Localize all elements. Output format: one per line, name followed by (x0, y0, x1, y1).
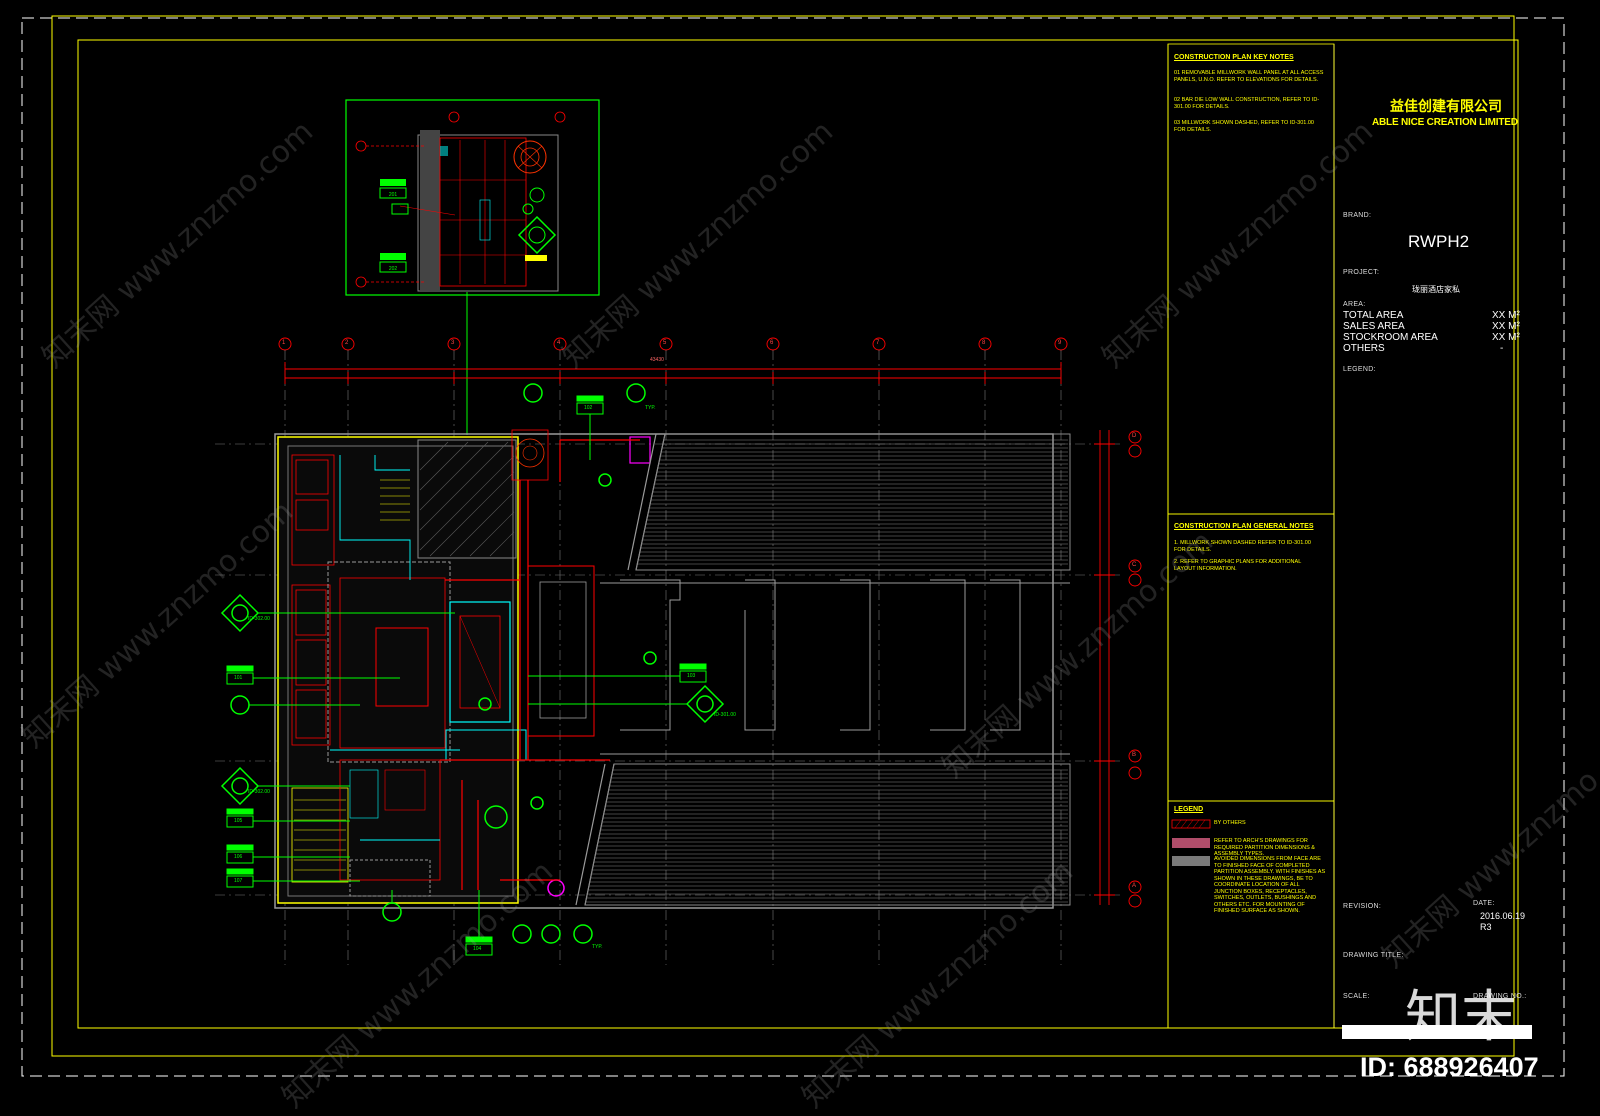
area-row-others-name: OTHERS (1343, 343, 1385, 354)
room-tag-104: 104 (473, 946, 482, 952)
general-note-2: 2. REFER TO GRAPHIC PLANS FOR ADDITIONAL… (1174, 559, 1324, 572)
general-notes-heading: CONSTRUCTION PLAN GENERAL NOTES (1174, 523, 1314, 530)
elev-tag-3: ID-301.00 (714, 712, 736, 718)
grid-col-3: 3 (451, 340, 455, 346)
project-value: 珑丽酒店家私 (1412, 285, 1460, 294)
date-value: 2016.06.19 (1480, 911, 1526, 921)
grid-col-8: 8 (982, 340, 986, 346)
revision-value: R3 (1480, 922, 1492, 932)
svg-text:201: 201 (389, 192, 398, 198)
area-row-total-value: XX M² (1492, 310, 1520, 321)
watermark-brand: 知末 (1405, 985, 1517, 1050)
room-tag-102: 102 (584, 405, 593, 411)
facade-hatch-top (635, 433, 1071, 571)
building-shell (274, 433, 1054, 909)
key-plan-detail (399, 130, 559, 292)
watermark-id: ID: 688926407 (1360, 1052, 1539, 1082)
notes-key-box (1167, 43, 1335, 515)
dimension-string-right (1094, 430, 1115, 905)
brand-value: RWPH2 (1408, 232, 1470, 251)
grid-col-7: 7 (876, 340, 880, 346)
legend-item-3: AVOIDED DIMENSIONS FROM FACE ARE TO FINI… (1214, 856, 1326, 914)
grid-row-a: A (1132, 883, 1137, 889)
room-tag-105: 105 (234, 818, 243, 824)
room-tag-107: 107 (234, 878, 243, 884)
angled-facade-walls (575, 433, 666, 906)
room-tag-103: 103 (687, 673, 696, 679)
key-note-3-num: 03 (1174, 120, 1181, 126)
outer-dashed-border (21, 17, 1565, 1077)
general-note-2-text: REFER TO GRAPHIC PLANS FOR ADDITIONAL LA… (1174, 559, 1302, 572)
area-row-stock-name: STOCKROOM AREA (1343, 332, 1438, 343)
general-note-1-num: 1. (1174, 540, 1179, 546)
room-tag-101: 101 (234, 675, 243, 681)
grid-column-bubbles (278, 337, 1068, 351)
area-row-others-value: - (1500, 343, 1504, 354)
cad-drawing-sheet: 201 202 (21, 15, 1565, 1077)
grid-row-c: C (1132, 562, 1137, 568)
key-note-2-num: 02 (1174, 97, 1181, 103)
key-note-2: 02 BAR DIE LOW WALL CONSTRUCTION, REFER … (1174, 97, 1324, 110)
legend-label: LEGEND: (1343, 366, 1376, 373)
elev-tag-1: ID-302.00 (248, 616, 270, 622)
key-note-1-text: REMOVABLE MILLWORK WALL PANEL AT ALL ACC… (1174, 70, 1324, 83)
revision-label: REVISION: (1343, 903, 1382, 910)
legend-heading: LEGEND (1174, 806, 1204, 813)
project-label: PROJECT: (1343, 269, 1380, 276)
grid-col-6: 6 (770, 340, 774, 346)
grid-row-bubbles (1128, 430, 1142, 908)
svg-text:202: 202 (389, 266, 398, 272)
legend-swatch-2 (1172, 838, 1210, 848)
typ-label-1: TYP. (645, 405, 656, 411)
company-name-en: ABLE NICE CREATION LIMITED (1372, 117, 1518, 128)
area-row-total-name: TOTAL AREA (1343, 310, 1404, 321)
key-note-3-text: MILLWORK SHOWN DASHED, REFER TO ID-301.0… (1174, 120, 1314, 133)
grid-col-4: 4 (557, 340, 561, 346)
facade-hatch-bottom (584, 763, 1071, 906)
general-note-1: 1. MILLWORK SHOWN DASHED REFER TO ID-301… (1174, 540, 1324, 553)
grid-col-5: 5 (663, 340, 667, 346)
grid-col-9: 9 (1058, 340, 1062, 346)
dimension-string-top (284, 362, 1062, 384)
area-row-sales-value: XX M² (1492, 321, 1520, 332)
key-note-1-num: 01 (1174, 70, 1181, 76)
general-note-2-num: 2. (1174, 559, 1179, 565)
drawing-title-label: DRAWING TITLE: (1343, 952, 1404, 959)
legend-item-1: BY OTHERS (1214, 820, 1246, 826)
notes-general-box (1167, 513, 1335, 802)
grid-col-1: 1 (282, 340, 286, 346)
area-label: AREA: (1343, 301, 1366, 308)
area-row-stock-value: XX M² (1492, 332, 1520, 343)
brand-label: BRAND: (1343, 212, 1372, 219)
key-notes-heading: CONSTRUCTION PLAN KEY NOTES (1174, 54, 1294, 61)
key-plan-tags: 201 202 (379, 179, 557, 435)
grid-col-2: 2 (345, 340, 349, 346)
date-label: DATE: (1473, 900, 1495, 907)
typ-label-2: TYP. (592, 944, 603, 950)
legend-box (1167, 800, 1335, 1029)
structural-outlines (600, 579, 1070, 755)
key-note-1: 01 REMOVABLE MILLWORK WALL PANEL AT ALL … (1174, 70, 1324, 83)
grid-dim-total: 43430 (650, 357, 664, 363)
legend-item-2: REFER TO ARCH'S DRAWINGS FOR REQUIRED PA… (1214, 838, 1315, 857)
area-row-sales-name: SALES AREA (1343, 321, 1405, 332)
legend-swatch-3 (1172, 856, 1210, 866)
elev-tag-2: ID-302.00 (248, 789, 270, 795)
room-tag-106: 106 (234, 854, 243, 860)
company-name-cn: 益佳创建有限公司 (1390, 99, 1502, 115)
key-note-2-text: BAR DIE LOW WALL CONSTRUCTION, REFER TO … (1174, 97, 1320, 110)
grid-row-d: D (1132, 433, 1137, 439)
grid-row-b: B (1132, 752, 1137, 758)
scale-label: SCALE: (1343, 993, 1370, 1000)
key-note-3: 03 MILLWORK SHOWN DASHED, REFER TO ID-30… (1174, 120, 1324, 133)
general-note-1-text: MILLWORK SHOWN DASHED REFER TO ID-301.00… (1174, 540, 1311, 553)
